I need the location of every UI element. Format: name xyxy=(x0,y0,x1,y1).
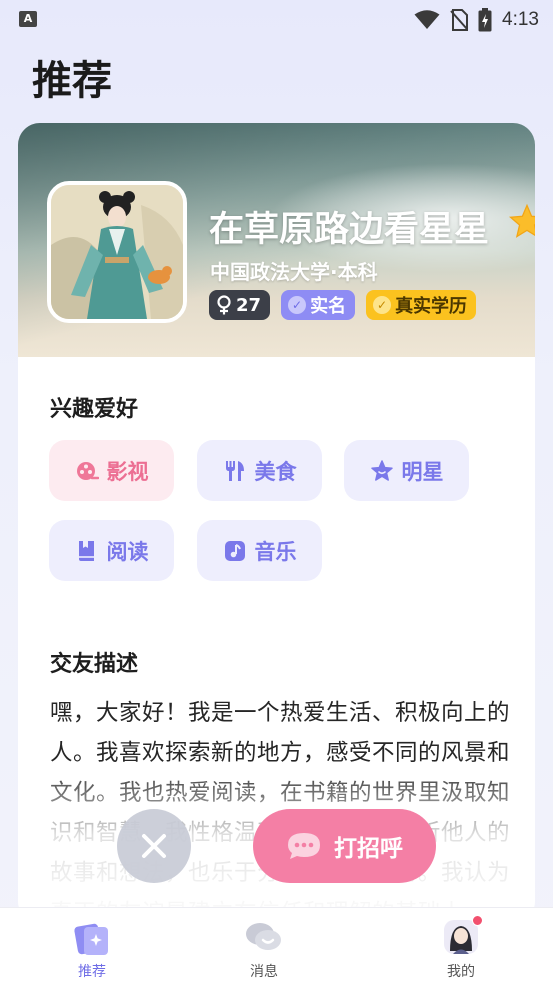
interest-chip-food[interactable]: 美食 xyxy=(197,440,322,501)
skip-button[interactable] xyxy=(117,809,191,883)
book-icon xyxy=(78,540,94,561)
star-icon xyxy=(370,459,393,481)
interest-label: 影视 xyxy=(106,459,149,484)
nav-item-messages[interactable]: 消息 xyxy=(219,908,309,983)
interest-label: 美食 xyxy=(254,459,297,484)
friendship-title: 交友描述 xyxy=(50,652,139,677)
profile-card[interactable]: 在草原路边看星星 中国政法大学·本科 27 ✓ 实名 ✓ 真实学历 兴趣爱好 影… xyxy=(18,123,535,923)
avatar-illustration xyxy=(51,185,183,319)
profile-badges: 27 ✓ 实名 ✓ 真实学历 xyxy=(209,290,477,320)
real-name-label: 实名 xyxy=(310,296,347,317)
no-sim-icon xyxy=(450,9,469,31)
music-note-icon xyxy=(224,540,245,561)
education-check-icon: ✓ xyxy=(373,296,392,314)
status-icons: 4:13 xyxy=(414,6,539,34)
nav-item-me[interactable]: 我的 xyxy=(416,908,506,983)
real-name-badge: ✓ 实名 xyxy=(281,290,356,320)
interest-label: 明星 xyxy=(401,459,444,484)
profile-avatar-icon xyxy=(441,915,483,957)
chat-bubble-icon xyxy=(288,833,320,859)
profile-school: 中国政法大学·本科 xyxy=(210,260,378,284)
close-icon xyxy=(142,834,166,858)
app-notification-icon: A xyxy=(19,11,37,27)
bottom-nav: 推荐 消息 我的 xyxy=(0,907,553,983)
interest-label: 音乐 xyxy=(254,539,297,564)
notification-dot xyxy=(472,915,483,926)
interest-chip-celebrity[interactable]: 明星 xyxy=(344,440,469,501)
page-title: 推荐 xyxy=(32,58,112,104)
interests-title: 兴趣爱好 xyxy=(50,397,139,422)
female-icon xyxy=(217,295,231,315)
battery-charging-icon xyxy=(478,8,492,32)
interest-chip-reading[interactable]: 阅读 xyxy=(49,520,174,581)
interest-label: 阅读 xyxy=(106,539,149,564)
status-bar: A 4:13 xyxy=(0,0,553,40)
nav-label: 我的 xyxy=(447,964,475,980)
wifi-icon xyxy=(414,10,440,29)
profile-name: 在草原路边看星星 xyxy=(209,210,490,250)
age-value: 27 xyxy=(236,294,262,316)
nav-item-recommend[interactable]: 推荐 xyxy=(47,908,137,983)
film-reel-icon xyxy=(76,461,99,480)
nav-label: 消息 xyxy=(250,964,278,980)
education-badge: ✓ 真实学历 xyxy=(366,290,477,320)
clock: 4:13 xyxy=(502,9,539,30)
greet-label: 打招呼 xyxy=(334,836,403,862)
star-icon xyxy=(508,203,535,238)
profile-avatar[interactable] xyxy=(47,181,187,323)
message-icon xyxy=(244,917,284,957)
verified-check-icon: ✓ xyxy=(288,296,307,314)
fork-knife-icon xyxy=(225,460,244,481)
greet-button[interactable]: 打招呼 xyxy=(253,809,436,883)
education-label: 真实学历 xyxy=(395,296,468,317)
nav-label: 推荐 xyxy=(78,964,106,980)
interest-chip-music[interactable]: 音乐 xyxy=(197,520,322,581)
age-badge: 27 xyxy=(209,290,271,320)
interest-chip-film[interactable]: 影视 xyxy=(49,440,174,501)
recommend-icon xyxy=(72,917,112,957)
